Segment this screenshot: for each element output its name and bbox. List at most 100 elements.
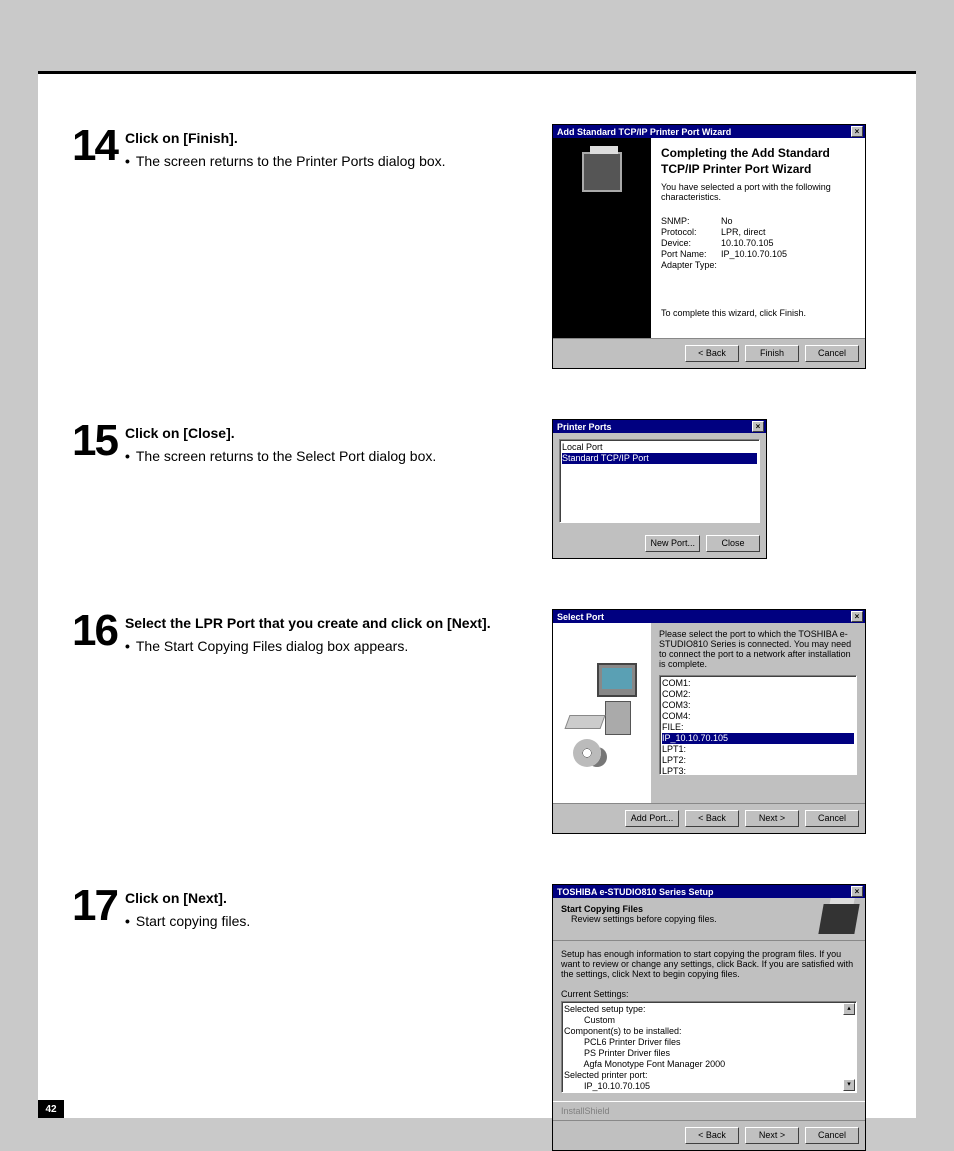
- cancel-button[interactable]: Cancel: [805, 1127, 859, 1144]
- back-button[interactable]: < Back: [685, 1127, 739, 1144]
- step-number: 16: [72, 609, 117, 653]
- monitor-icon: [597, 663, 637, 697]
- printer-icon: [818, 904, 859, 934]
- scroll-up-icon[interactable]: ▴: [843, 1003, 855, 1015]
- prop-key: Adapter Type:: [661, 260, 721, 270]
- step-14-text: 14 Click on [Finish]. • The screen retur…: [72, 124, 552, 369]
- step-number: 17: [72, 884, 117, 928]
- installshield-label: InstallShield: [553, 1101, 865, 1120]
- list-item[interactable]: COM2:: [662, 689, 854, 700]
- list-item[interactable]: LPT1:: [662, 744, 854, 755]
- page-number: 42: [38, 1100, 64, 1118]
- prop-key: SNMP:: [661, 216, 721, 226]
- bullet-text: The screen returns to the Select Port di…: [136, 446, 436, 467]
- settings-list[interactable]: ▴ ▾ Selected setup type: Custom Componen…: [561, 1001, 857, 1093]
- list-item: IP_10.10.70.105: [564, 1081, 842, 1092]
- list-item[interactable]: COM4:: [662, 711, 854, 722]
- bullet-text: Start copying files.: [136, 911, 250, 932]
- step-bullet: • Start copying files.: [125, 911, 250, 932]
- new-port-button[interactable]: New Port...: [645, 535, 700, 552]
- bullet-dot: •: [125, 636, 130, 657]
- list-item: Agfa Monotype Font Manager 2000: [564, 1059, 842, 1070]
- step-16: 16 Select the LPR Port that you create a…: [72, 609, 896, 834]
- keyboard-icon: [564, 715, 605, 729]
- close-button[interactable]: Close: [706, 535, 760, 552]
- dialog-heading: Start Copying Files: [561, 904, 717, 914]
- port-properties: SNMP:No Protocol:LPR, direct Device:10.1…: [661, 216, 855, 270]
- next-button[interactable]: Next >: [745, 1127, 799, 1144]
- bullet-dot: •: [125, 151, 130, 172]
- start-copying-dialog: TOSHIBA e-STUDIO810 Series Setup × Start…: [552, 884, 866, 1151]
- list-item: Selected printer port:: [564, 1070, 842, 1081]
- select-port-dialog: Select Port × Please select the port to …: [552, 609, 866, 834]
- window-title: Printer Ports: [557, 422, 612, 432]
- titlebar: Select Port ×: [553, 610, 865, 623]
- manual-page: 14 Click on [Finish]. • The screen retur…: [38, 26, 916, 1118]
- printer-ports-dialog: Printer Ports × Local Port Standard TCP/…: [552, 419, 767, 559]
- list-item[interactable]: Local Port: [562, 442, 757, 453]
- step-bullet: • The Start Copying Files dialog box app…: [125, 636, 491, 657]
- wizard-heading: Completing the Add Standard: [661, 146, 855, 160]
- list-item[interactable]: FILE:: [662, 722, 854, 733]
- current-settings-label: Current Settings:: [561, 989, 857, 999]
- bullet-text: The Start Copying Files dialog box appea…: [136, 636, 408, 657]
- step-number: 15: [72, 419, 117, 463]
- list-item[interactable]: COM3:: [662, 700, 854, 711]
- wizard-dialog-14: Add Standard TCP/IP Printer Port Wizard …: [552, 124, 866, 369]
- wizard-complete-text: To complete this wizard, click Finish.: [661, 308, 855, 318]
- close-icon[interactable]: ×: [851, 611, 863, 622]
- step-heading: Click on [Finish].: [125, 128, 446, 149]
- scroll-down-icon[interactable]: ▾: [843, 1079, 855, 1091]
- finish-button[interactable]: Finish: [745, 345, 799, 362]
- prop-key: Port Name:: [661, 249, 721, 259]
- cancel-button[interactable]: Cancel: [805, 810, 859, 827]
- dialog-subheading: Review settings before copying files.: [571, 914, 717, 924]
- wizard-graphic: [553, 623, 651, 803]
- step-15: 15 Click on [Close]. • The screen return…: [72, 419, 896, 559]
- close-icon[interactable]: ×: [851, 126, 863, 137]
- step-heading: Click on [Next].: [125, 888, 250, 909]
- bullet-text: The screen returns to the Printer Ports …: [136, 151, 446, 172]
- cancel-button[interactable]: Cancel: [805, 345, 859, 362]
- window-title: TOSHIBA e-STUDIO810 Series Setup: [557, 887, 714, 897]
- select-port-desc: Please select the port to which the TOSH…: [659, 629, 857, 669]
- prop-val: No: [721, 216, 733, 226]
- wizard-intro: You have selected a port with the follow…: [661, 182, 855, 202]
- prop-key: Device:: [661, 238, 721, 248]
- titlebar: TOSHIBA e-STUDIO810 Series Setup ×: [553, 885, 865, 898]
- wizard-sidebar: [553, 138, 651, 338]
- page-content: 14 Click on [Finish]. • The screen retur…: [38, 124, 916, 1151]
- page-header-bar: [38, 26, 916, 74]
- back-button[interactable]: < Back: [685, 810, 739, 827]
- titlebar: Add Standard TCP/IP Printer Port Wizard …: [553, 125, 865, 138]
- step-14: 14 Click on [Finish]. • The screen retur…: [72, 124, 896, 369]
- add-port-button[interactable]: Add Port...: [625, 810, 679, 827]
- list-item-selected[interactable]: IP_10.10.70.105: [662, 733, 854, 744]
- step-bullet: • The screen returns to the Printer Port…: [125, 151, 446, 172]
- bullet-dot: •: [125, 446, 130, 467]
- close-icon[interactable]: ×: [752, 421, 764, 432]
- step-number: 14: [72, 124, 117, 168]
- list-item[interactable]: Standard TCP/IP Port: [562, 453, 757, 464]
- close-icon[interactable]: ×: [851, 886, 863, 897]
- bullet-dot: •: [125, 911, 130, 932]
- port-type-list[interactable]: Local Port Standard TCP/IP Port: [559, 439, 760, 523]
- list-item[interactable]: COM1:: [662, 678, 854, 689]
- list-item: Custom: [564, 1015, 842, 1026]
- cd-icon: [573, 739, 601, 767]
- step-17: 17 Click on [Next]. • Start copying file…: [72, 884, 896, 1151]
- copy-desc: Setup has enough information to start co…: [561, 949, 857, 979]
- step-15-text: 15 Click on [Close]. • The screen return…: [72, 419, 552, 559]
- list-item[interactable]: LPT2:: [662, 755, 854, 766]
- prop-key: Protocol:: [661, 227, 721, 237]
- list-item: PCL6 Printer Driver files: [564, 1037, 842, 1048]
- port-list[interactable]: COM1: COM2: COM3: COM4: FILE: IP_10.10.7…: [659, 675, 857, 775]
- step-bullet: • The screen returns to the Select Port …: [125, 446, 436, 467]
- next-button[interactable]: Next >: [745, 810, 799, 827]
- list-item: Component(s) to be installed:: [564, 1026, 842, 1037]
- window-title: Add Standard TCP/IP Printer Port Wizard: [557, 127, 731, 137]
- back-button[interactable]: < Back: [685, 345, 739, 362]
- prop-val: LPR, direct: [721, 227, 766, 237]
- list-item[interactable]: LPT3:: [662, 766, 854, 777]
- window-title: Select Port: [557, 612, 604, 622]
